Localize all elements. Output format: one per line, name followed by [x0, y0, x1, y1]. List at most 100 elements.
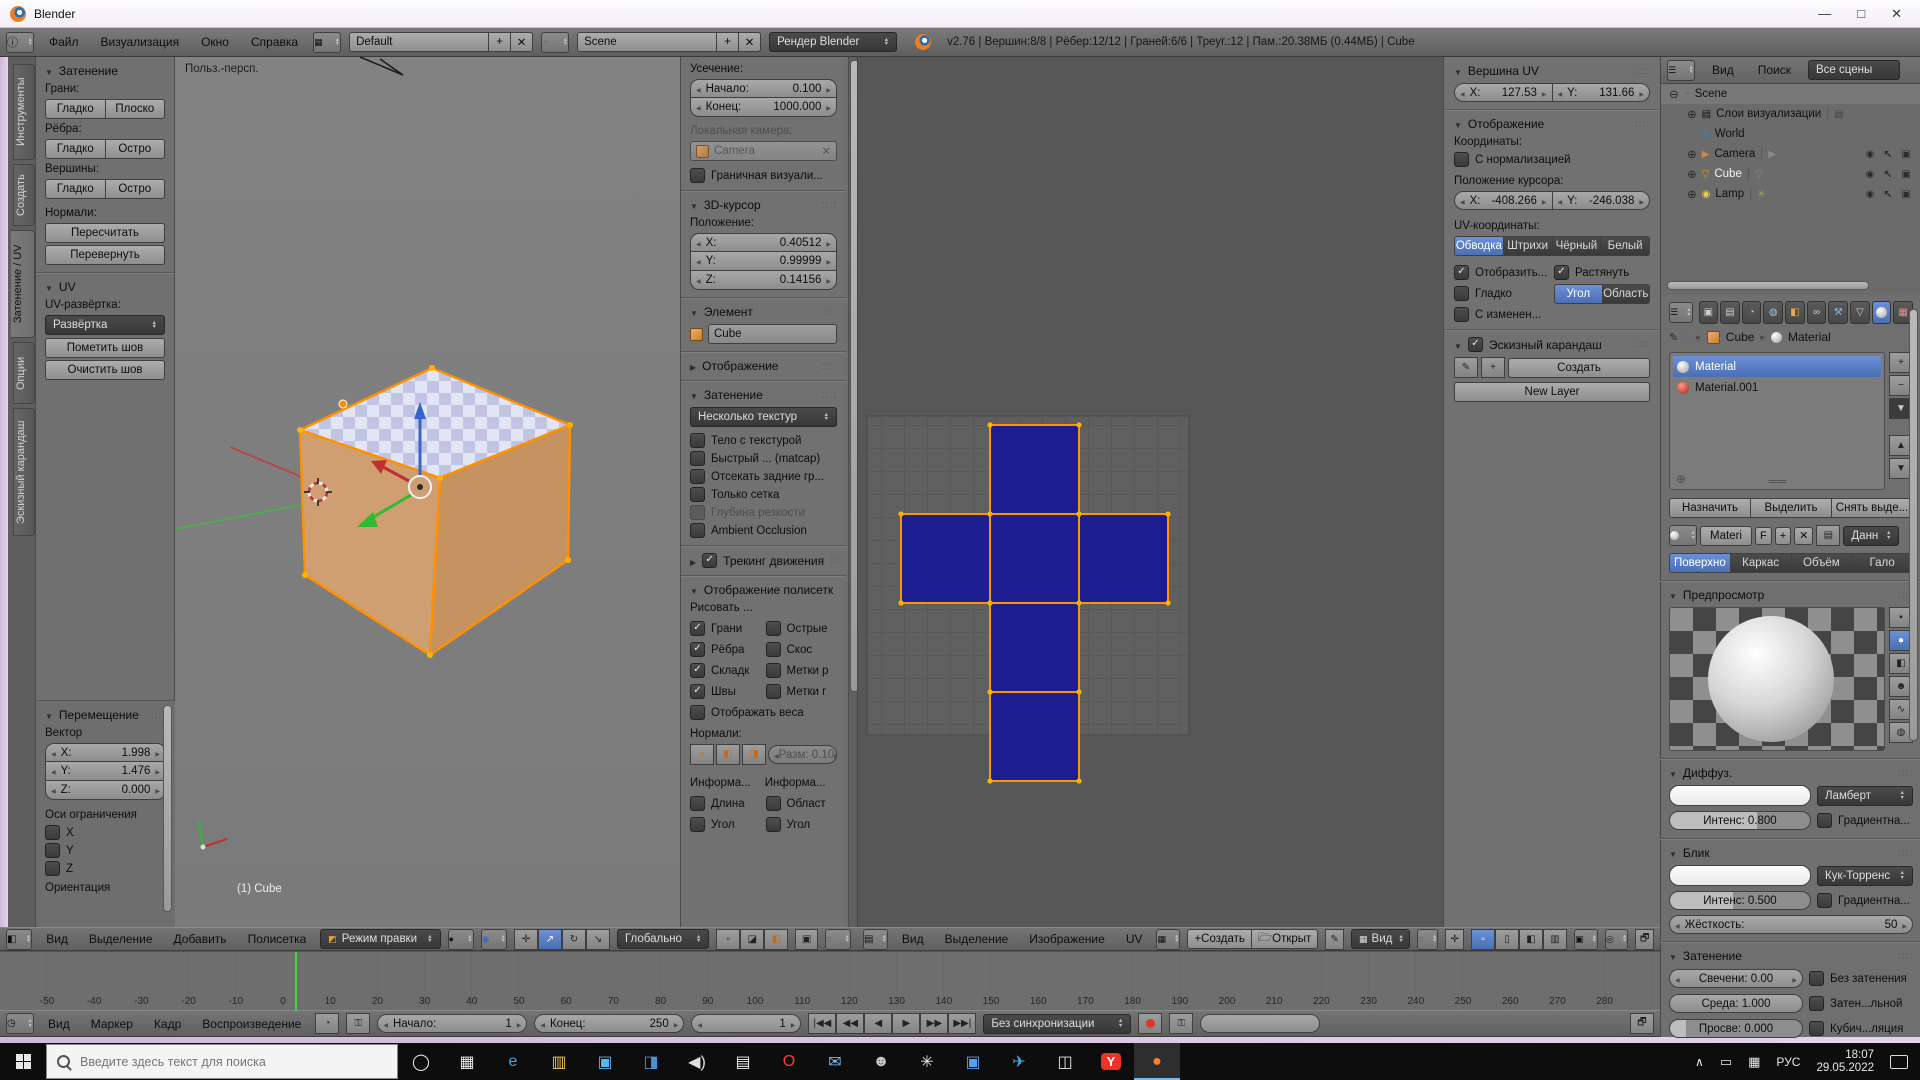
tab-scene-icon[interactable]: ◔: [1742, 301, 1762, 324]
menu-window[interactable]: Окно: [194, 33, 236, 51]
scene-icon[interactable]: ◔: [541, 32, 569, 53]
preview-range-icon[interactable]: ◔: [315, 1013, 339, 1034]
new-material-button[interactable]: +: [1775, 527, 1791, 545]
manipulator-translate-icon[interactable]: ↗: [538, 929, 562, 950]
manipulator-axis-icon[interactable]: ✛: [514, 929, 538, 950]
stretch-area-button[interactable]: Область: [1603, 284, 1651, 304]
uv-vertex-x-field[interactable]: X:127.53: [1454, 83, 1553, 102]
tablet-icon[interactable]: ▭: [1720, 1054, 1732, 1070]
timeline-menu-playback[interactable]: Воспроизведение: [195, 1015, 308, 1033]
face-angle-checkbox[interactable]: [766, 817, 781, 832]
viewport-shading-select[interactable]: ●: [448, 929, 474, 950]
uv-menu-view[interactable]: Вид: [895, 930, 931, 948]
tab-object-icon[interactable]: ◧: [1785, 301, 1805, 324]
specular-color-swatch[interactable]: [1669, 865, 1811, 886]
keying-set-icon[interactable]: ⚿: [1169, 1013, 1193, 1034]
cubic-checkbox[interactable]: [1809, 1021, 1824, 1036]
selectability-pointer-icon[interactable]: [1883, 188, 1892, 201]
draw-mark-g-checkbox[interactable]: [766, 684, 781, 699]
uv-dash-button[interactable]: Штрихи: [1504, 236, 1553, 256]
prev-keyframe-button[interactable]: ◀◀: [836, 1013, 864, 1034]
motion-tracking-checkbox[interactable]: [702, 553, 717, 568]
tab-data-icon[interactable]: ▽: [1850, 301, 1870, 324]
normalized-checkbox[interactable]: [1454, 152, 1469, 167]
close-button[interactable]: ✕: [1891, 6, 1902, 22]
wire-only-checkbox[interactable]: [690, 487, 705, 502]
timeline-menu-marker[interactable]: Маркер: [84, 1015, 140, 1033]
material-browse-icon[interactable]: [1669, 525, 1697, 546]
fake-user-button[interactable]: F: [1755, 527, 1772, 545]
shelf-tab-options[interactable]: Опции: [13, 342, 35, 404]
view3d-menu-mesh[interactable]: Полисетка: [241, 930, 314, 948]
uv-pivot-select[interactable]: ◌: [1417, 929, 1439, 950]
uv-edge-select-icon[interactable]: ▯: [1495, 929, 1519, 950]
backface-cull-checkbox[interactable]: [690, 469, 705, 484]
stretch-angle-button[interactable]: Угол: [1554, 284, 1603, 304]
draw-bevel-checkbox[interactable]: [766, 642, 781, 657]
face-area-checkbox[interactable]: [766, 796, 781, 811]
textured-solid-checkbox[interactable]: [690, 433, 705, 448]
nodes-icon[interactable]: ▤: [1816, 525, 1840, 546]
collapse-icon[interactable]: [45, 64, 53, 78]
edge-length-checkbox[interactable]: [690, 796, 705, 811]
outliner-row-world[interactable]: ◍World: [1661, 124, 1920, 144]
unwrap-menu[interactable]: Развёртка: [45, 315, 165, 335]
editor-type-button[interactable]: ▤: [863, 929, 888, 950]
pin-icon[interactable]: ✎: [1669, 331, 1678, 344]
unlink-material-button[interactable]: ✕: [1794, 527, 1813, 545]
view3d-menu-view[interactable]: Вид: [39, 930, 75, 948]
add-icon[interactable]: ⊕: [1676, 472, 1686, 486]
view3d-menu-select[interactable]: Выделение: [82, 930, 160, 948]
taskbar-app-telegram-icon[interactable]: ✈: [996, 1043, 1042, 1080]
draw-edges-checkbox[interactable]: [690, 642, 705, 657]
emit-slider[interactable]: Свечени: 0.00: [1669, 969, 1803, 988]
close-scene-button[interactable]: ✕: [739, 32, 761, 52]
tangent-shading-checkbox[interactable]: [1809, 996, 1824, 1011]
selectability-pointer-icon[interactable]: [1883, 168, 1892, 181]
gp-create-button[interactable]: Создать: [1508, 358, 1650, 378]
gp-new-layer-button[interactable]: New Layer: [1454, 382, 1650, 402]
uv-menu-image[interactable]: Изображение: [1022, 930, 1112, 948]
scene-field[interactable]: Scene: [577, 32, 717, 52]
next-keyframe-button[interactable]: ▶▶: [920, 1013, 948, 1034]
frame-start-field[interactable]: Начало:1: [377, 1014, 527, 1033]
taskbar-app-snip-icon[interactable]: ◫: [1042, 1043, 1088, 1080]
vertices-sharp-button[interactable]: Остро: [106, 179, 166, 199]
vertex-select-mode-icon[interactable]: ▫: [716, 929, 740, 950]
taskbar-app-task-view-icon[interactable]: ▦: [444, 1043, 490, 1080]
frame-end-field[interactable]: Конец:250: [534, 1014, 684, 1033]
taskbar-app-opera-icon[interactable]: O: [766, 1043, 812, 1080]
snap-select[interactable]: ◌: [825, 929, 851, 950]
cursor-z-field[interactable]: Z:0.14156: [690, 271, 837, 290]
viewport-3d[interactable]: Польз.-персп. (1) Cube: [175, 57, 680, 927]
uv-clip-icon[interactable]: 🗗: [1635, 929, 1654, 950]
uv-outline-button[interactable]: Обводка: [1454, 236, 1504, 256]
taskbar-app-edge-icon[interactable]: e: [490, 1043, 536, 1080]
outliner-hscrollbar[interactable]: [1667, 281, 1869, 290]
draw-faces-checkbox[interactable]: [690, 621, 705, 636]
add-scene-button[interactable]: +: [717, 32, 739, 52]
menu-file[interactable]: Файл: [42, 33, 86, 51]
tab-world-icon[interactable]: ◍: [1763, 301, 1783, 324]
shelf-tab-tools[interactable]: Инструменты: [13, 64, 35, 160]
matcap-checkbox[interactable]: [690, 451, 705, 466]
view3d-menu-add[interactable]: Добавить: [167, 930, 234, 948]
face-select-mode-icon[interactable]: ◧: [764, 929, 788, 950]
dof-checkbox[interactable]: [690, 505, 705, 520]
edges-smooth-button[interactable]: Гладко: [45, 139, 106, 159]
shelf-tab-shading-uv[interactable]: Затенение / UV: [11, 230, 35, 338]
close-layout-button[interactable]: ✕: [511, 32, 533, 52]
tab-constraints-icon[interactable]: ∞: [1807, 301, 1827, 324]
vertex-normals-toggle[interactable]: ▫: [690, 744, 714, 765]
taskbar-app-display-icon[interactable]: ▣: [950, 1043, 996, 1080]
current-frame-field[interactable]: 1: [691, 1014, 801, 1033]
renderability-camera-icon[interactable]: [1902, 168, 1911, 181]
pin-icon[interactable]: ✎: [1325, 929, 1344, 950]
taskbar-app-file-explorer-icon[interactable]: ▥: [536, 1043, 582, 1080]
taskbar-search[interactable]: [46, 1044, 398, 1079]
renderability-camera-icon[interactable]: [1902, 188, 1911, 201]
editor-type-button[interactable]: ☰: [1669, 302, 1693, 323]
maximize-button[interactable]: □: [1857, 6, 1865, 22]
start-button[interactable]: [0, 1043, 46, 1080]
screen-layout-field[interactable]: Default: [349, 32, 489, 52]
